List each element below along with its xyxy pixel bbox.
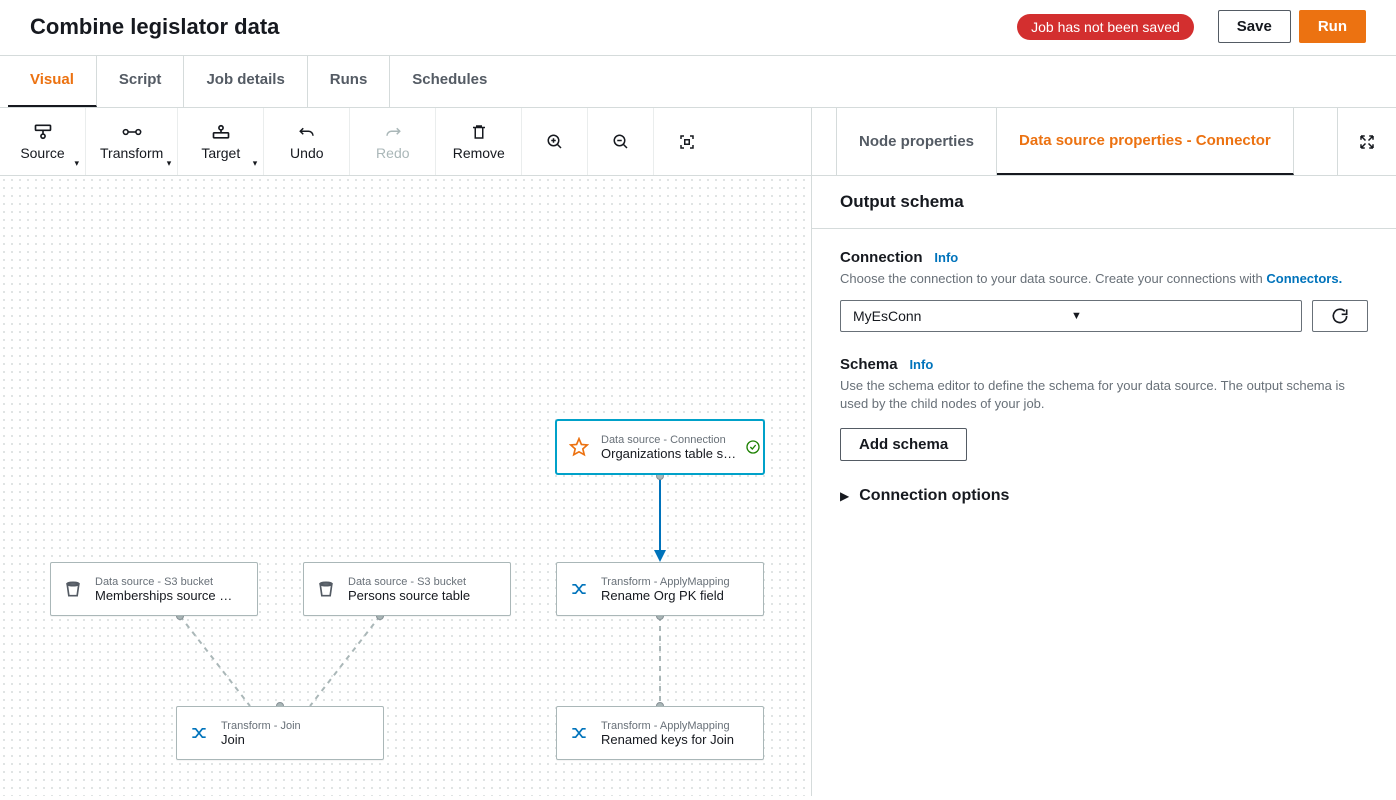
panel-body: Connection Info Choose the connection to…: [812, 229, 1396, 525]
expand-icon: [1358, 133, 1376, 151]
zoom-in-icon: [546, 133, 564, 151]
canvas-toolbar: Source ▾ Transform ▾ Target ▾: [0, 108, 811, 176]
node-organizations-source[interactable]: Data source - Connection Organizations t…: [556, 420, 764, 474]
trash-icon: [470, 123, 488, 141]
tool-remove[interactable]: Remove: [436, 108, 522, 175]
node-type-label: Data source - S3 bucket: [348, 576, 504, 588]
main-split: Source ▾ Transform ▾ Target ▾: [0, 108, 1396, 796]
tab-script[interactable]: Script: [97, 56, 185, 107]
panel-subheading: Output schema: [812, 176, 1396, 229]
saved-status-badge: Job has not been saved: [1017, 14, 1194, 40]
shuffle-icon: [177, 723, 221, 743]
shuffle-icon: [557, 579, 601, 599]
redo-icon: [384, 123, 402, 141]
tool-target-label: Target: [201, 145, 240, 161]
connection-info-link[interactable]: Info: [934, 250, 958, 265]
connection-label: Connection: [840, 249, 923, 266]
refresh-icon: [1330, 306, 1350, 326]
graph-canvas[interactable]: Data source - Connection Organizations t…: [0, 176, 811, 796]
fit-screen-icon: [678, 133, 696, 151]
node-type-label: Data source - Connection: [601, 434, 737, 446]
tool-transform[interactable]: Transform ▾: [86, 108, 178, 175]
bucket-icon: [51, 579, 95, 599]
tool-fit[interactable]: [654, 108, 720, 175]
node-rename-org-pk[interactable]: Transform - ApplyMapping Rename Org PK f…: [556, 562, 764, 616]
node-join[interactable]: Transform - Join Join: [176, 706, 384, 760]
tool-source-label: Source: [20, 145, 64, 161]
tab-schedules[interactable]: Schedules: [390, 56, 509, 107]
page-title: Combine legislator data: [30, 14, 1017, 40]
tab-job-details[interactable]: Job details: [184, 56, 307, 107]
status-ok-icon: [743, 439, 763, 455]
connectors-link[interactable]: Connectors.: [1266, 271, 1342, 286]
tool-zoom-out[interactable]: [588, 108, 654, 175]
node-renamed-keys[interactable]: Transform - ApplyMapping Renamed keys fo…: [556, 706, 764, 760]
connection-options-label: Connection options: [859, 487, 1009, 505]
save-button[interactable]: Save: [1218, 10, 1291, 43]
fullscreen-button[interactable]: [1337, 108, 1396, 175]
source-icon: [33, 123, 53, 141]
tool-transform-label: Transform: [100, 145, 163, 161]
field-connection: Connection Info Choose the connection to…: [840, 249, 1368, 332]
connection-value: MyEsConn: [853, 308, 1071, 324]
transform-icon: [121, 123, 143, 141]
node-title-label: Persons source table: [348, 588, 504, 603]
tool-undo[interactable]: Undo: [264, 108, 350, 175]
properties-panel: Node properties Data source properties -…: [812, 108, 1396, 796]
zoom-out-icon: [612, 133, 630, 151]
schema-help: Use the schema editor to define the sche…: [840, 377, 1368, 413]
chevron-down-icon: ▾: [74, 158, 79, 169]
node-title-label: Rename Org PK field: [601, 588, 757, 603]
page-header: Combine legislator data Job has not been…: [0, 0, 1396, 56]
node-memberships-source[interactable]: Data source - S3 bucket Memberships sour…: [50, 562, 258, 616]
tool-remove-label: Remove: [453, 145, 505, 161]
panel-tabs: Node properties Data source properties -…: [812, 108, 1396, 176]
refresh-button[interactable]: [1312, 300, 1368, 332]
chevron-down-icon: ▾: [167, 158, 172, 169]
graph-edges: [0, 176, 811, 796]
run-button[interactable]: Run: [1299, 10, 1366, 43]
panel-tab-data-source-properties[interactable]: Data source properties - Connector: [997, 108, 1294, 175]
connection-help: Choose the connection to your data sourc…: [840, 270, 1368, 288]
main-tabs: Visual Script Job details Runs Schedules: [0, 56, 1396, 108]
node-type-label: Transform - Join: [221, 720, 377, 732]
bucket-icon: [304, 579, 348, 599]
node-persons-source[interactable]: Data source - S3 bucket Persons source t…: [303, 562, 511, 616]
schema-label: Schema: [840, 356, 898, 373]
schema-info-link[interactable]: Info: [909, 357, 933, 372]
node-type-label: Data source - S3 bucket: [95, 576, 251, 588]
tool-redo-label: Redo: [376, 145, 409, 161]
add-schema-button[interactable]: Add schema: [840, 428, 967, 461]
node-type-label: Transform - ApplyMapping: [601, 720, 757, 732]
node-title-label: Organizations table s…: [601, 446, 737, 461]
undo-icon: [298, 123, 316, 141]
tool-zoom-in[interactable]: [522, 108, 588, 175]
chevron-down-icon: ▼: [1071, 310, 1289, 322]
tool-target[interactable]: Target ▾: [178, 108, 264, 175]
tab-runs[interactable]: Runs: [308, 56, 391, 107]
node-title-label: Renamed keys for Join: [601, 732, 757, 747]
node-title-label: Memberships source …: [95, 588, 251, 603]
chevron-down-icon: ▾: [253, 158, 258, 169]
tab-visual[interactable]: Visual: [8, 56, 97, 107]
tool-source[interactable]: Source ▾: [0, 108, 86, 175]
chevron-right-icon: ▶: [840, 489, 849, 503]
panel-tab-node-properties[interactable]: Node properties: [836, 108, 997, 175]
tool-undo-label: Undo: [290, 145, 323, 161]
shuffle-icon: [557, 723, 601, 743]
tool-redo[interactable]: Redo: [350, 108, 436, 175]
canvas-side: Source ▾ Transform ▾ Target ▾: [0, 108, 812, 796]
connection-options-expander[interactable]: ▶ Connection options: [840, 487, 1368, 505]
node-type-label: Transform - ApplyMapping: [601, 576, 757, 588]
connection-select[interactable]: MyEsConn ▼: [840, 300, 1302, 332]
target-icon: [211, 123, 231, 141]
star-icon: [557, 437, 601, 457]
field-schema: Schema Info Use the schema editor to def…: [840, 356, 1368, 460]
node-title-label: Join: [221, 732, 377, 747]
